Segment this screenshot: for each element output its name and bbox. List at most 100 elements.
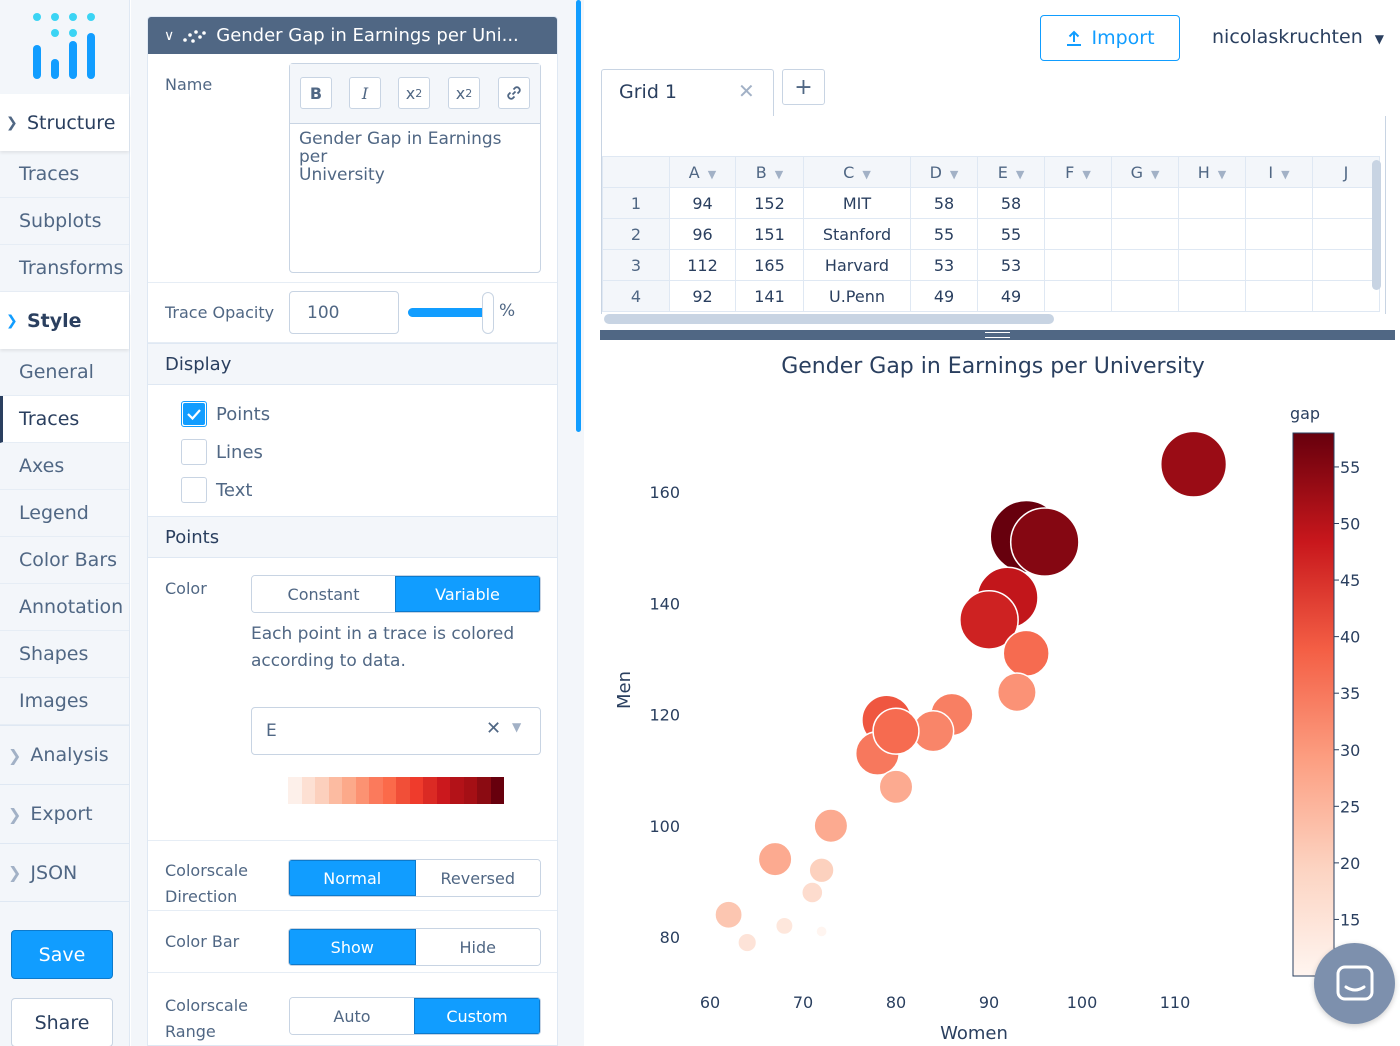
table-cell[interactable]: 92 <box>669 280 736 312</box>
table-cell[interactable] <box>1245 218 1313 250</box>
reversed-direction-button[interactable]: Reversed <box>415 860 540 896</box>
table-cell[interactable]: 58 <box>910 187 978 219</box>
add-tab-button[interactable]: + <box>782 69 825 105</box>
table-cell[interactable]: 112 <box>669 249 736 281</box>
table-cell[interactable] <box>1044 280 1112 312</box>
table-cell[interactable]: 152 <box>735 187 804 219</box>
scatter-point[interactable] <box>808 857 835 884</box>
column-menu-caret-icon[interactable]: ▼ <box>1218 168 1226 181</box>
table-cell[interactable] <box>1178 218 1246 250</box>
scatter-point[interactable] <box>737 932 758 953</box>
scatter-point[interactable] <box>801 881 824 904</box>
table-cell[interactable]: MIT <box>803 187 911 219</box>
nav-item-traces-structure[interactable]: Traces <box>0 151 129 198</box>
close-tab-icon[interactable]: ✕ <box>738 79 755 103</box>
table-cell[interactable] <box>1312 187 1380 219</box>
scatter-point[interactable] <box>774 916 794 936</box>
table-cell[interactable] <box>1245 280 1313 312</box>
table-cell[interactable] <box>1044 187 1112 219</box>
column-header[interactable]: F ▼ <box>1044 156 1112 188</box>
grid-chart-resize-handle[interactable] <box>600 330 1395 340</box>
scatter-point[interactable] <box>815 925 828 938</box>
nav-item-color-bars[interactable]: Color Bars <box>0 537 129 584</box>
column-header[interactable]: A ▼ <box>669 156 736 188</box>
custom-range-button[interactable]: Custom <box>414 998 540 1034</box>
column-menu-caret-icon[interactable]: ▼ <box>708 168 716 181</box>
superscript-button[interactable]: x2 <box>448 77 480 109</box>
lines-checkbox[interactable] <box>181 439 207 465</box>
opacity-input[interactable]: 100 <box>289 291 399 334</box>
table-cell[interactable]: 141 <box>735 280 804 312</box>
constant-color-button[interactable]: Constant <box>252 576 395 612</box>
column-menu-caret-icon[interactable]: ▼ <box>1281 168 1289 181</box>
color-column-dropdown[interactable]: E ✕ ▼ <box>251 707 541 755</box>
table-cell[interactable] <box>1111 280 1179 312</box>
scatter-point[interactable] <box>1159 430 1228 498</box>
table-cell[interactable]: 55 <box>910 218 978 250</box>
text-checkbox[interactable] <box>181 477 207 503</box>
column-menu-caret-icon[interactable]: ▼ <box>1151 168 1159 181</box>
table-cell[interactable]: U.Penn <box>803 280 911 312</box>
column-header[interactable]: B ▼ <box>735 156 804 188</box>
table-cell[interactable] <box>1044 218 1112 250</box>
nav-group-export[interactable]: ❯ Export <box>0 784 129 843</box>
show-color-bar-button[interactable]: Show <box>289 929 416 965</box>
normal-direction-button[interactable]: Normal <box>289 860 416 896</box>
table-cell[interactable]: 165 <box>735 249 804 281</box>
column-header[interactable]: J <box>1312 156 1380 188</box>
table-cell[interactable] <box>1044 249 1112 281</box>
tab-grid-1[interactable]: Grid 1 ✕ <box>601 69 774 117</box>
table-cell[interactable] <box>1312 218 1380 250</box>
column-header[interactable]: G ▼ <box>1111 156 1179 188</box>
hide-color-bar-button[interactable]: Hide <box>415 929 540 965</box>
grid-vertical-scrollbar[interactable] <box>1372 160 1381 290</box>
table-cell[interactable]: Stanford <box>803 218 911 250</box>
scatter-point[interactable] <box>714 900 743 930</box>
subscript-button[interactable]: x2 <box>398 77 430 109</box>
table-cell[interactable] <box>1111 187 1179 219</box>
auto-range-button[interactable]: Auto <box>290 998 414 1034</box>
caret-down-icon[interactable]: ▼ <box>512 720 521 734</box>
trace-fold-header[interactable]: ∨ Gender Gap in Earnings per Uni... <box>148 17 557 54</box>
scatter-point[interactable] <box>813 808 849 844</box>
scatter-point[interactable] <box>872 707 920 755</box>
table-cell[interactable] <box>1178 280 1246 312</box>
table-cell[interactable]: 53 <box>910 249 978 281</box>
table-cell[interactable]: 96 <box>669 218 736 250</box>
column-header[interactable]: D ▼ <box>910 156 978 188</box>
opacity-slider-track[interactable] <box>408 308 488 317</box>
table-cell[interactable]: 58 <box>977 187 1045 219</box>
save-button[interactable]: Save <box>11 930 113 979</box>
nav-group-json[interactable]: ❯ JSON <box>0 843 129 902</box>
share-button[interactable]: Share <box>11 998 113 1046</box>
variable-color-button[interactable]: Variable <box>395 576 540 612</box>
table-cell[interactable] <box>1111 218 1179 250</box>
nav-item-transforms[interactable]: Transforms <box>0 245 129 292</box>
table-cell[interactable]: 151 <box>735 218 804 250</box>
table-cell[interactable]: Harvard <box>803 249 911 281</box>
scatter-point[interactable] <box>996 672 1037 713</box>
column-header[interactable]: H ▼ <box>1178 156 1246 188</box>
scatter-point[interactable] <box>757 841 793 877</box>
row-number[interactable]: 2 <box>602 218 670 250</box>
link-icon[interactable] <box>498 77 530 109</box>
nav-item-subplots[interactable]: Subplots <box>0 198 129 245</box>
bold-button[interactable]: B <box>300 77 332 109</box>
panel-scrollbar-thumb[interactable] <box>576 0 581 432</box>
table-cell[interactable] <box>1178 249 1246 281</box>
nav-group-style[interactable]: ❯ Style <box>0 292 129 349</box>
nav-item-traces-style[interactable]: Traces <box>0 396 129 443</box>
column-menu-caret-icon[interactable]: ▼ <box>950 168 958 181</box>
table-cell[interactable]: 53 <box>977 249 1045 281</box>
nav-item-shapes[interactable]: Shapes <box>0 631 129 678</box>
column-header[interactable]: E ▼ <box>977 156 1045 188</box>
nav-item-annotation[interactable]: Annotation <box>0 584 129 631</box>
table-cell[interactable] <box>1312 280 1380 312</box>
column-menu-caret-icon[interactable]: ▼ <box>1082 168 1090 181</box>
column-menu-caret-icon[interactable]: ▼ <box>1016 168 1024 181</box>
nav-item-axes[interactable]: Axes <box>0 443 129 490</box>
plotly-logo-icon[interactable] <box>0 0 129 94</box>
row-number[interactable]: 4 <box>602 280 670 312</box>
row-number[interactable]: 1 <box>602 187 670 219</box>
column-header[interactable]: I ▼ <box>1245 156 1313 188</box>
